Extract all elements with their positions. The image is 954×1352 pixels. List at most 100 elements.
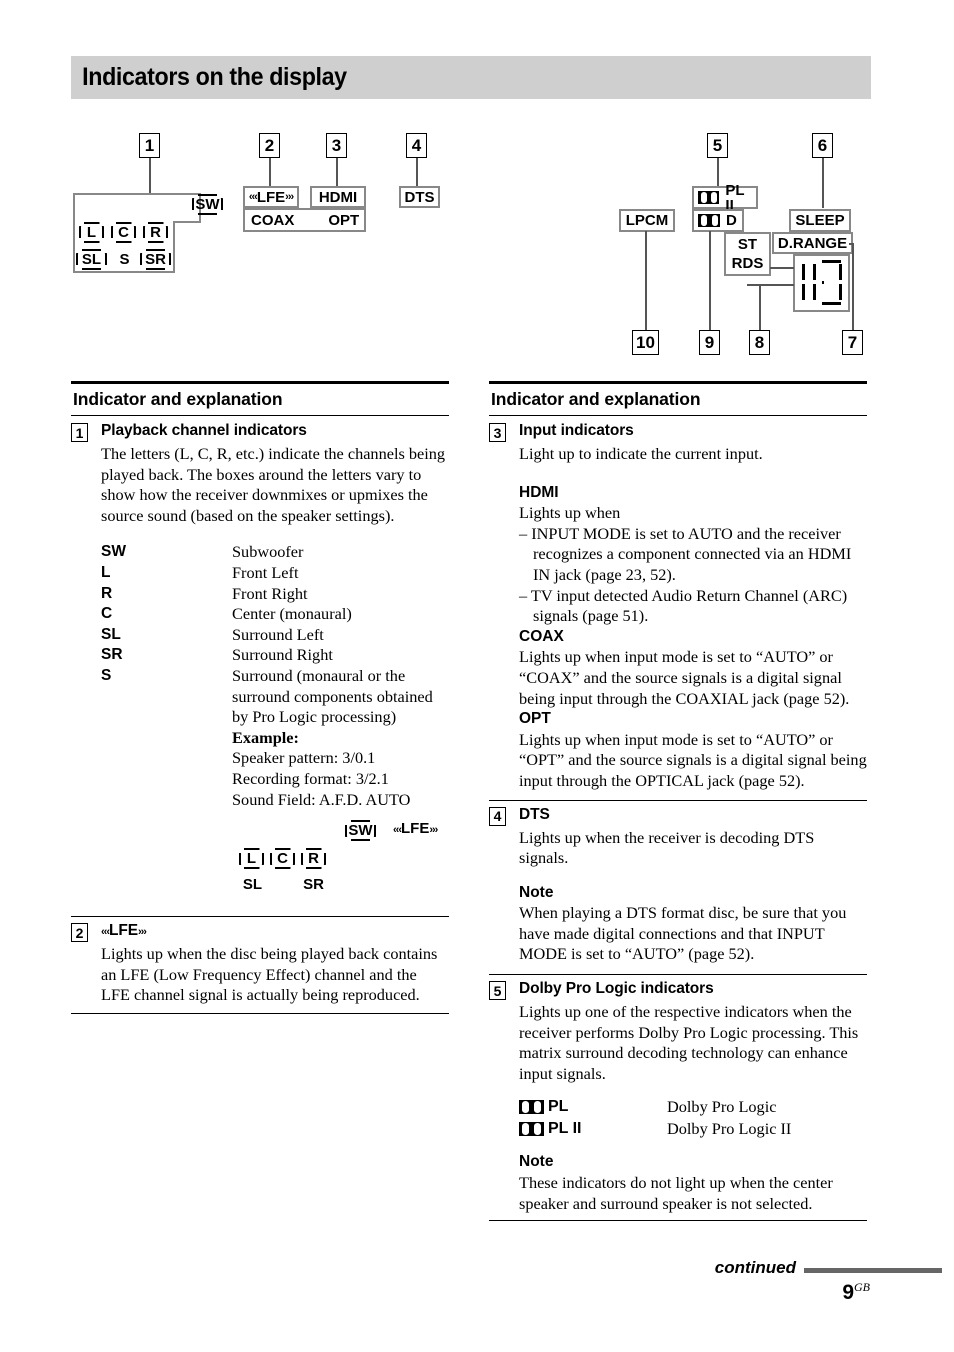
leader-line-7b — [849, 243, 854, 245]
indicator-lfe: ‹‹‹ LFE ››› — [243, 186, 299, 208]
indicator-st-rds: ST RDS — [724, 232, 771, 276]
definition-row: SW Subwoofer — [101, 542, 449, 563]
item-3-body: Light up to indicate the current input. — [519, 444, 763, 463]
callout-10: 10 — [632, 330, 659, 355]
indicator-r: R — [143, 222, 168, 243]
item-5-pl-rows: PL Dolby Pro Logic PL II Dolby Pro Logic… — [489, 1084, 867, 1140]
dolby-double-d-icon — [698, 214, 720, 227]
definition-term: L — [101, 563, 111, 581]
example-line: Recording format: 3/2.1 — [232, 768, 389, 788]
item-1-number: 1 — [71, 423, 88, 442]
example-indicator-sl: SL — [242, 876, 263, 894]
bullet-item: – TV input detected Audio Return Channel… — [519, 585, 848, 626]
item-4-heading: DTS — [519, 805, 550, 823]
indicator-dolby-d: D — [692, 209, 744, 232]
item-1-example-diagram: SW ‹‹‹LFE››› L C R SL SR — [71, 810, 449, 892]
example-indicator-lfe: ‹‹‹LFE››› — [393, 820, 438, 838]
item-3: 3 Input indicators Light up to indicate … — [489, 416, 867, 792]
item-4-number: 4 — [489, 806, 506, 826]
item-3-coax-body: Lights up when input mode is set to “AUT… — [519, 647, 850, 708]
leader-line-10 — [645, 231, 647, 330]
definition-desc: Front Left — [232, 562, 299, 582]
example-line: Speaker pattern: 3/0.1 — [232, 748, 376, 768]
right-column: Indicator and explanation 3 Input indica… — [489, 381, 867, 1222]
indicator-s: S — [119, 251, 130, 268]
item-2-number: 2 — [71, 923, 88, 943]
item-1: 1 Playback channel indicators The letter… — [71, 416, 449, 892]
item-4: 4 DTS Lights up when the receiver is dec… — [489, 801, 867, 966]
leader-line-4 — [416, 158, 418, 186]
item-3-number: 3 — [489, 423, 506, 442]
pl-term-text: PL II — [548, 1120, 582, 1138]
example-indicator-r: R — [301, 848, 326, 870]
indicator-dts: DTS — [399, 186, 440, 208]
indicator-st: ST — [737, 236, 758, 253]
example-indicator-l: L — [239, 848, 264, 870]
callout-7: 7 — [842, 330, 863, 355]
definition-desc-text: Surround (monaural or the surround compo… — [232, 665, 433, 727]
definition-term: R — [101, 584, 113, 602]
pl-desc: Dolby Pro Logic — [667, 1097, 777, 1117]
definition-row: SL Surround Left — [101, 625, 449, 646]
left-section-heading: Indicator and explanation — [73, 389, 283, 409]
example-indicator-sw: SW — [345, 820, 376, 842]
leader-line-8c — [759, 284, 761, 330]
example-indicator-c: C — [270, 848, 295, 870]
item-1-definitions: SW Subwoofer L Front Left R Front Right … — [71, 526, 449, 810]
dolby-double-d-icon — [519, 1100, 544, 1115]
seven-segment-placeholder-icon — [800, 260, 844, 306]
indicator-sl: SL — [76, 249, 107, 270]
item-1-body: The letters (L, C, R, etc.) indicate the… — [101, 444, 446, 525]
dolby-double-d-icon — [519, 1122, 544, 1137]
definition-desc: Surround Right — [232, 645, 333, 665]
item-5-body: Lights up one of the respective indicato… — [519, 1002, 859, 1083]
definition-term: SR — [101, 646, 123, 664]
item-3-opt-body: Lights up when input mode is set to “AUT… — [519, 729, 867, 790]
indicator-coax: COAX — [251, 211, 295, 229]
indicator-opt: OPT — [328, 211, 360, 229]
indicator-coax-opt-row: COAX OPT — [243, 208, 366, 232]
display-indicators-diagram: 1 2 3 4 5 6 SW L C R SL S SR ‹‹‹ LFE ››› H… — [0, 0, 954, 370]
callout-6: 6 — [812, 133, 833, 158]
definition-row: S Surround (monaural or the surround com… — [101, 666, 449, 810]
leader-line-8b — [747, 284, 794, 286]
indicator-pl2: PL II — [692, 183, 758, 213]
item-2-body: Lights up when the disc being played bac… — [101, 944, 438, 1005]
item-4-note-body: When playing a DTS format disc, be sure … — [519, 903, 847, 964]
item-5-note-body: These indicators do not light up when th… — [519, 1173, 833, 1213]
example-indicator-sr: SR — [303, 876, 324, 894]
indicator-sw: SW — [192, 194, 223, 215]
item-4-body: Lights up when the receiver is decoding … — [519, 827, 815, 868]
pl-row: PL II Dolby Pro Logic II — [489, 1118, 867, 1140]
item-5-rule-bottom — [489, 1220, 867, 1222]
definition-desc: Front Right — [232, 583, 308, 603]
callout-1: 1 — [139, 133, 160, 158]
playback-channel-panel-edge — [173, 221, 176, 273]
leader-line-7c — [852, 266, 854, 330]
indicator-rds: RDS — [731, 255, 764, 272]
indicator-sr: SR — [140, 249, 171, 270]
callout-2: 2 — [259, 133, 280, 158]
callout-8: 8 — [749, 330, 770, 355]
indicator-drange: D.RANGE — [772, 232, 853, 254]
definition-row: C Center (monaural) — [101, 604, 449, 625]
definition-desc: Surround (monaural or the surround compo… — [232, 666, 449, 810]
callout-3: 3 — [326, 133, 347, 158]
leader-line-6 — [822, 158, 824, 208]
item-2-rule-bottom — [71, 1012, 449, 1014]
indicator-hdmi: HDMI — [310, 186, 366, 208]
leader-line-3 — [336, 158, 338, 186]
example-label: Example: — [232, 727, 299, 747]
callout-5: 5 — [707, 133, 728, 158]
leader-line-9 — [709, 231, 711, 330]
definition-term: SL — [101, 625, 121, 643]
pl-row: PL Dolby Pro Logic — [489, 1096, 867, 1118]
leader-line-1 — [149, 158, 151, 194]
dolby-double-d-icon — [698, 191, 720, 204]
item-3-opt-title: OPT — [519, 710, 551, 728]
definition-desc: Center (monaural) — [232, 604, 352, 624]
definition-term: SW — [101, 543, 126, 561]
continued-rule — [804, 1268, 942, 1273]
item-3-coax-title: COAX — [519, 627, 564, 645]
item-2-heading: ‹‹‹LFE››› — [101, 922, 147, 940]
